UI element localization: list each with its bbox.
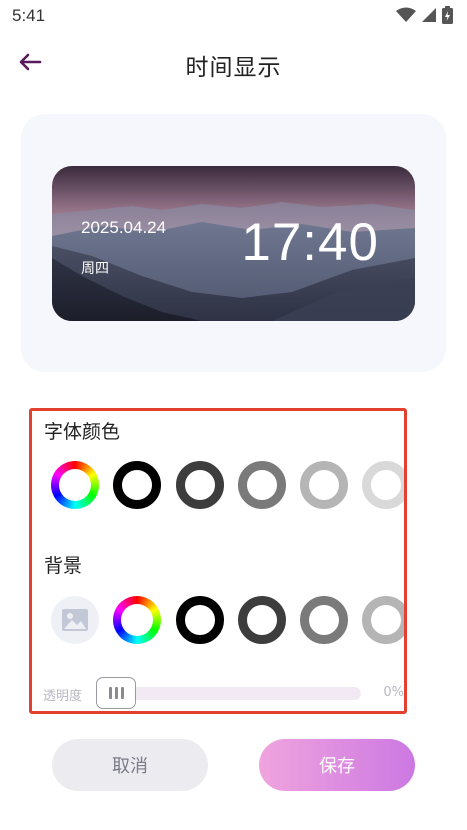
status-time: 5:41	[12, 6, 46, 25]
font-color-swatch-row	[32, 461, 404, 511]
grip-line	[120, 687, 124, 699]
wifi-icon	[396, 7, 416, 22]
settings-panel: 字体颜色 背景 透明度 0%	[29, 408, 407, 714]
save-button[interactable]: 保存	[259, 739, 415, 791]
app-bar: 时间显示	[0, 40, 467, 88]
opacity-slider-handle[interactable]	[96, 677, 136, 709]
grip-line	[108, 687, 112, 699]
preview-weekday: 周四	[81, 261, 109, 277]
opacity-value: 0%	[383, 685, 404, 700]
preview-card: 2025.04.24 周四 17:40	[21, 114, 446, 372]
background-swatch[interactable]	[300, 596, 348, 644]
image-background-button[interactable]	[51, 596, 99, 644]
font-color-swatch[interactable]	[176, 461, 224, 509]
status-icons	[396, 6, 453, 24]
status-bar: 5:41	[0, 0, 467, 32]
background-swatch[interactable]	[238, 596, 286, 644]
background-swatch[interactable]	[176, 596, 224, 644]
background-swatch[interactable]	[362, 596, 404, 644]
opacity-label: 透明度	[43, 689, 83, 704]
font-color-swatch[interactable]	[113, 461, 161, 509]
preview-image: 2025.04.24 周四 17:40	[52, 166, 415, 321]
battery-icon	[442, 6, 453, 24]
grip-line	[114, 687, 118, 699]
font-color-swatch[interactable]	[300, 461, 348, 509]
font-color-label: 字体颜色	[44, 421, 121, 443]
background-swatch-row	[32, 596, 404, 646]
font-color-swatch[interactable]	[362, 461, 404, 509]
signal-icon	[422, 8, 436, 22]
preview-clock: 17:40	[241, 213, 379, 272]
background-label: 背景	[44, 555, 83, 577]
font-color-swatch[interactable]	[238, 461, 286, 509]
preview-date: 2025.04.24	[81, 218, 167, 237]
color-picker-icon[interactable]	[113, 596, 161, 644]
color-picker-icon[interactable]	[51, 461, 99, 509]
opacity-slider-track[interactable]	[115, 687, 361, 700]
image-icon	[62, 609, 88, 631]
page-title: 时间显示	[185, 55, 282, 81]
cancel-button[interactable]: 取消	[52, 739, 208, 791]
